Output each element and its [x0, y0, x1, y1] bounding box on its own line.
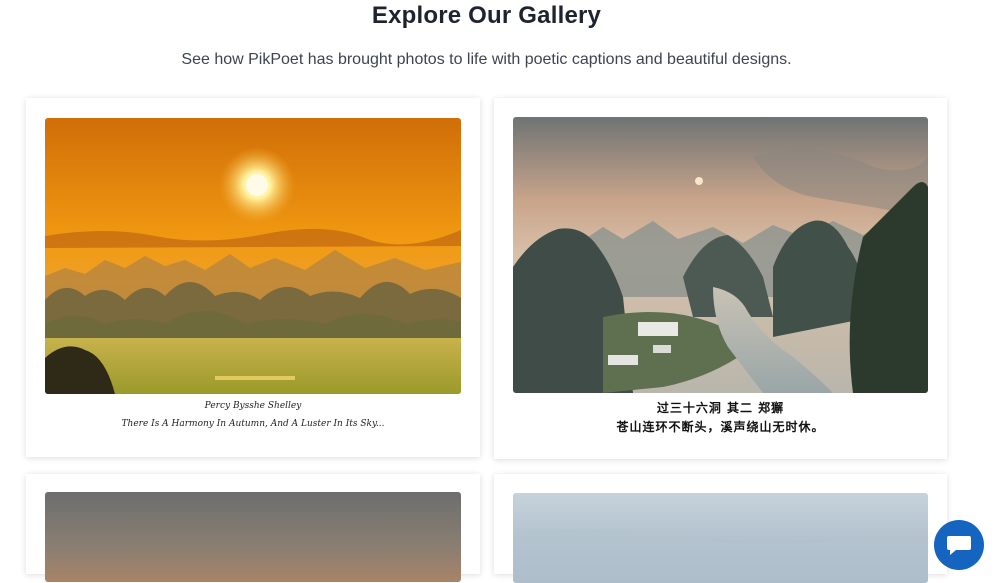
gallery-photo-sunset-karst[interactable] [45, 118, 461, 394]
page-title: Explore Our Gallery [371, 2, 602, 29]
caption-text: 苍山连环不断头，溪声绕山无时休。 [616, 420, 825, 434]
gallery-card-3[interactable] [26, 474, 480, 582]
chat-button[interactable] [934, 520, 984, 570]
caption-text: There Is A Harmony In Autumn, And A Lust… [121, 419, 385, 429]
gallery-photo-4[interactable] [513, 493, 928, 583]
gallery-card-1[interactable]: Percy Bysshe Shelley There Is A Harmony … [26, 98, 480, 457]
gallery-card-4[interactable] [494, 474, 947, 583]
gallery-photo-river-karst[interactable] [513, 117, 928, 393]
gallery-card-2[interactable]: 过三十六洞 其二 郑獬 苍山连环不断头，溪声绕山无时休。 [494, 98, 947, 459]
chat-bubble-icon [947, 536, 971, 555]
gallery-photo-3[interactable] [45, 492, 461, 582]
caption-author: Percy Bysshe Shelley [204, 401, 302, 411]
caption-author: 过三十六洞 其二 郑獬 [656, 401, 785, 415]
page-subtitle: See how PikPoet has brought photos to li… [181, 51, 792, 68]
